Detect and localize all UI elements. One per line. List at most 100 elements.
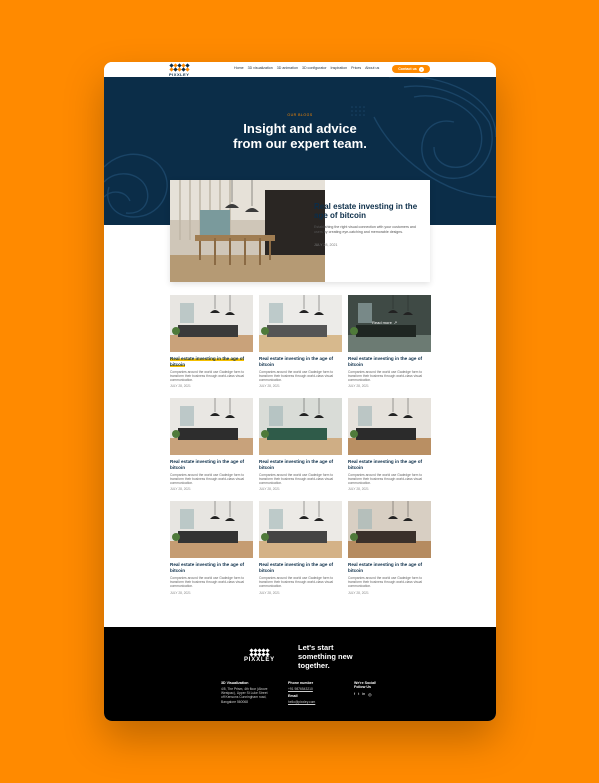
blog-post-card[interactable]: Real estate investing in the age of bitc… — [259, 295, 342, 388]
blog-post-image[interactable] — [170, 501, 253, 559]
page-title-line-1: Insight and advice — [243, 121, 357, 136]
nav-item-3d-animation[interactable]: 3D animation — [277, 66, 298, 70]
blog-post-description: Companies around the world use Gadedge f… — [348, 369, 423, 382]
page-title-line-2: from our expert team. — [233, 136, 367, 151]
footer-social-column: We're Social! Follow Us f t in ◎ — [354, 681, 376, 697]
twitter-icon[interactable]: t — [358, 692, 359, 697]
arrow-up-right-icon: ↗ — [393, 320, 398, 325]
blog-post-card[interactable]: Read more ↗ Real estate investing in the … — [348, 295, 431, 388]
nav-item-3d-configurator[interactable]: 3D configurator — [302, 66, 327, 70]
featured-post-card[interactable]: Real estate investing in the age of bitc… — [170, 180, 430, 282]
browser-page: PIXXLEY Home 3D visualization 3D animati… — [104, 62, 496, 721]
footer-logo[interactable]: PIXXLEY — [244, 648, 275, 663]
blog-post-description: Companies around the world use Gadedge f… — [348, 472, 423, 486]
featured-post-date: JULY 28, 2021 — [314, 243, 338, 247]
blog-post-title[interactable]: Real estate investing in the age of bitc… — [259, 562, 342, 574]
blog-post-image[interactable] — [259, 295, 342, 352]
blog-post-title[interactable]: Real estate investing in the age of bitc… — [170, 356, 253, 368]
nav-item-inspiration[interactable]: Inspiration — [331, 66, 348, 70]
footer-phone-heading: Phone number — [288, 681, 314, 685]
blog-post-date: JULY 28, 2021 — [259, 590, 280, 595]
blog-post-description: Companies around the world use Gadedge f… — [170, 472, 245, 486]
blog-post-card[interactable]: Real estate investing in the age of bitc… — [348, 398, 431, 491]
blog-post-title-text: Real estate investing in the age of bitc… — [348, 459, 423, 470]
blog-post-card[interactable]: Real estate investing in the age of bitc… — [259, 398, 342, 491]
footer-logo-text: PIXXLEY — [244, 657, 275, 663]
blog-post-date: JULY 28, 2021 — [259, 384, 280, 389]
blog-post-image[interactable] — [348, 398, 431, 456]
nav-item-home[interactable]: Home — [234, 66, 244, 70]
blog-post-image[interactable]: Read more ↗ — [348, 295, 431, 352]
featured-post-text: Real estate investing in the age of bitc… — [314, 202, 422, 247]
blog-post-card[interactable]: Real estate investing in the age of bitc… — [170, 398, 253, 491]
footer-logo-mark-icon — [249, 648, 270, 657]
blog-post-title-text: Real estate investing in the age of bitc… — [259, 459, 334, 470]
address-line-3: off Kensons Cunningham road, — [221, 695, 267, 700]
blog-post-description: Companies around the world use Gadedge f… — [259, 369, 334, 382]
contact-us-label: Contact us — [398, 67, 417, 71]
footer-cta-line-1: Let's start — [298, 643, 334, 652]
blog-post-card[interactable]: Real estate investing in the age of bitc… — [348, 501, 431, 595]
blog-post-title-text: Real estate investing in the age of bitc… — [259, 562, 334, 574]
blog-post-card[interactable]: Real estate investing in the age of bitc… — [259, 501, 342, 595]
blog-post-image[interactable] — [259, 398, 342, 456]
blog-post-title[interactable]: Real estate investing in the age of bitc… — [348, 459, 431, 471]
arrow-right-icon: › — [418, 66, 424, 72]
read-more-link[interactable]: Read more ↗ — [372, 320, 397, 325]
footer-email-heading: Email — [288, 694, 298, 699]
footer-cta-line-3: together. — [298, 661, 330, 670]
footer-email-link[interactable]: hello@pixxley.com — [288, 700, 315, 704]
blog-post-date: JULY 28, 2021 — [170, 384, 191, 389]
blog-post-title-text: Real estate investing in the age of bitc… — [348, 562, 423, 574]
hero-eyebrow: OUR BLOGS — [287, 113, 313, 117]
footer-address: 4/5, The Prism, 4th floor (Above Westpac… — [221, 687, 267, 704]
blog-post-title[interactable]: Real estate investing in the age of bitc… — [348, 562, 431, 574]
footer-phone-link[interactable]: +91 9876543210 — [288, 687, 315, 691]
blog-post-card[interactable]: Real estate investing in the age of bitc… — [170, 501, 253, 595]
nav-item-3d-visualization[interactable]: 3D visualization — [248, 66, 273, 70]
linkedin-icon[interactable]: in — [362, 692, 365, 697]
footer-address-column: 3D Visualization 4/5, The Prism, 4th flo… — [221, 681, 267, 704]
blog-post-image[interactable] — [348, 501, 431, 559]
blog-post-title-text: Real estate investing in the age of bitc… — [170, 459, 245, 470]
blog-post-title-text: Real estate investing in the age of bitc… — [170, 356, 245, 367]
blog-post-description: Companies around the world use Gadedge f… — [259, 472, 334, 486]
blog-post-image[interactable] — [170, 295, 253, 352]
instagram-icon[interactable]: ◎ — [368, 692, 371, 697]
footer-address-heading: 3D Visualization — [221, 681, 249, 685]
contact-us-button[interactable]: Contact us › — [392, 65, 430, 73]
footer-social-heading-2: Follow Us — [354, 685, 371, 689]
blog-post-title[interactable]: Real estate investing in the age of bitc… — [259, 459, 342, 471]
top-navigation: PIXXLEY Home 3D visualization 3D animati… — [104, 62, 496, 77]
blog-post-title-text: Real estate investing in the age of bitc… — [259, 356, 334, 367]
blog-post-title[interactable]: Real estate investing in the age of bitc… — [259, 356, 342, 368]
blog-post-card[interactable]: Real estate investing in the age of bitc… — [170, 295, 253, 388]
blog-post-date: JULY 28, 2021 — [259, 487, 280, 492]
blog-post-title[interactable]: Real estate investing in the age of bitc… — [348, 356, 431, 368]
blog-post-title[interactable]: Real estate investing in the age of bitc… — [170, 459, 253, 471]
blog-post-image[interactable] — [259, 501, 342, 559]
blog-post-date: JULY 28, 2021 — [348, 590, 369, 595]
blog-post-grid: Real estate investing in the age of bitc… — [170, 295, 431, 595]
site-logo[interactable]: PIXXLEY — [169, 63, 190, 77]
blog-post-title[interactable]: Real estate investing in the age of bitc… — [170, 562, 253, 574]
featured-post-description: Establishing the right visual connection… — [314, 225, 416, 234]
logo-mark-icon — [169, 63, 190, 72]
address-line-4: Bangalore 560068 — [221, 699, 248, 704]
blog-post-date: JULY 28, 2021 — [348, 487, 369, 492]
nav-item-prices[interactable]: Prices — [351, 66, 361, 70]
blog-post-description: Companies around the world use Gadedge f… — [170, 576, 245, 589]
main-menu: Home 3D visualization 3D animation 3D co… — [234, 66, 379, 70]
blog-post-description: Companies around the world use Gadedge f… — [170, 369, 245, 382]
nav-item-about-us[interactable]: About us — [365, 66, 379, 70]
footer-cta-heading: Let's start something new together. — [298, 643, 378, 670]
featured-post-image[interactable] — [170, 180, 325, 282]
blog-post-description: Companies around the world use Gadedge f… — [348, 576, 423, 589]
footer-contact-column: Phone number +91 9876543210 Email hello@… — [288, 681, 315, 704]
facebook-icon[interactable]: f — [354, 692, 355, 697]
blog-post-image[interactable] — [170, 398, 253, 456]
featured-post-title[interactable]: Real estate investing in the age of bitc… — [314, 202, 422, 220]
blog-post-title-text: Real estate investing in the age of bitc… — [170, 562, 245, 574]
blog-post-title-text: Real estate investing in the age of bitc… — [348, 356, 423, 367]
blog-post-date: JULY 28, 2021 — [170, 487, 191, 492]
